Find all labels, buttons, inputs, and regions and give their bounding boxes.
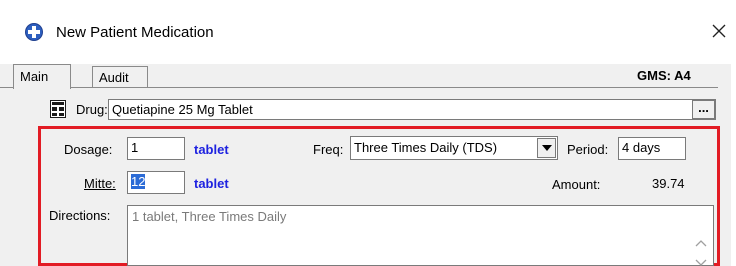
tab-audit[interactable]: Audit	[92, 66, 148, 88]
drug-list-icon[interactable]	[50, 100, 66, 118]
app-plus-globe-icon	[24, 22, 44, 42]
directions-textarea[interactable]: 1 tablet, Three Times Daily	[127, 205, 714, 266]
freq-value: Three Times Daily (TDS)	[354, 140, 498, 155]
tab-main-label: Main	[20, 69, 49, 84]
gms-scheme-label: GMS: A4	[637, 68, 691, 83]
drug-input[interactable]: Quetiapine 25 Mg Tablet	[108, 99, 716, 120]
medication-dialog: New Patient Medication Main Audit GMS: A…	[0, 0, 736, 266]
mitte-input[interactable]: 12	[127, 171, 185, 194]
scroll-up-icon[interactable]	[692, 234, 710, 252]
period-input[interactable]: 4 days	[618, 137, 686, 160]
window-title: New Patient Medication	[56, 24, 214, 41]
period-value: 4 days	[622, 140, 661, 155]
dosage-value: 1	[131, 140, 139, 155]
tab-audit-label: Audit	[99, 70, 129, 85]
amount-value: 39.74	[652, 176, 685, 191]
amount-label: Amount:	[552, 177, 601, 192]
scroll-down-icon[interactable]	[692, 256, 710, 266]
drug-browse-button[interactable]: ...	[692, 100, 715, 119]
dosage-input[interactable]: 1	[127, 137, 185, 160]
dosage-unit: tablet	[194, 142, 229, 157]
title-bar: New Patient Medication	[0, 0, 736, 64]
mitte-value: 12	[131, 174, 146, 189]
directions-label: Directions:	[49, 208, 111, 223]
chevron-down-icon[interactable]	[537, 138, 556, 158]
tab-divider	[0, 87, 718, 88]
drug-value: Quetiapine 25 Mg Tablet	[112, 102, 253, 117]
dosage-label: Dosage:	[64, 142, 113, 157]
close-icon[interactable]	[708, 20, 730, 42]
freq-select[interactable]: Three Times Daily (TDS)	[350, 136, 558, 160]
period-label: Period:	[567, 142, 609, 157]
drug-label: Drug:	[76, 102, 108, 117]
freq-label: Freq:	[313, 142, 344, 157]
tab-main[interactable]: Main	[13, 64, 71, 89]
mitte-label: Mitte:	[84, 176, 116, 191]
directions-value: 1 tablet, Three Times Daily	[132, 209, 287, 224]
window-edge	[731, 64, 736, 266]
tab-bar: Main Audit	[13, 64, 728, 89]
mitte-unit: tablet	[194, 176, 229, 191]
